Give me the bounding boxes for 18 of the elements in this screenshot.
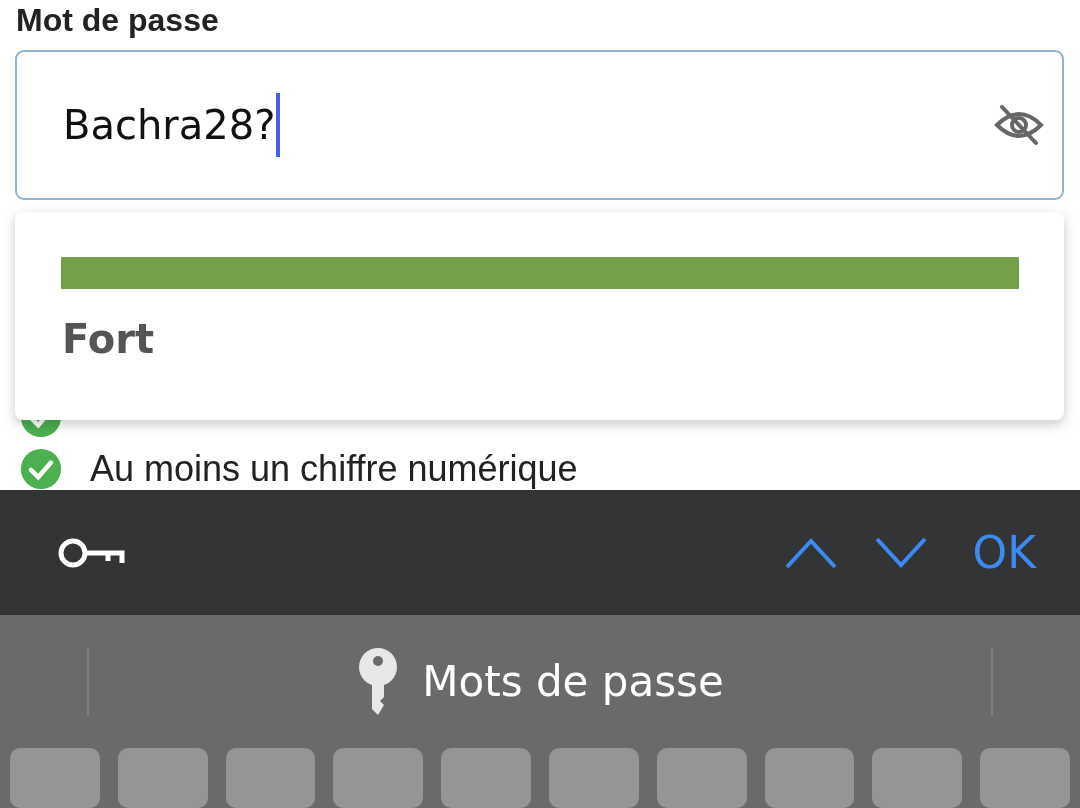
keyboard-key[interactable] xyxy=(333,748,424,808)
password-field[interactable]: Bachra28? xyxy=(15,50,1064,200)
ok-button[interactable]: OK xyxy=(972,527,1036,578)
keyboard-key[interactable] xyxy=(549,748,639,808)
field-value: Bachra28? xyxy=(63,102,276,148)
passwords-suggestion[interactable]: Mots de passe xyxy=(356,646,724,717)
keyboard-key[interactable] xyxy=(225,748,316,808)
keyboard-key[interactable] xyxy=(656,748,747,808)
requirement-text: Au moins un chiffre numérique xyxy=(90,448,578,490)
keyboard-key[interactable] xyxy=(117,748,208,808)
field-label: Mot de passe xyxy=(16,1,220,40)
strength-label: Fort xyxy=(62,316,155,362)
eye-slash-icon[interactable] xyxy=(994,103,1044,147)
keyboard-key[interactable] xyxy=(10,748,100,808)
keyboard-key[interactable] xyxy=(764,748,855,808)
keyboard-key[interactable] xyxy=(441,748,531,808)
keyboard-key[interactable] xyxy=(980,748,1070,808)
keyboard-key[interactable] xyxy=(872,748,963,808)
